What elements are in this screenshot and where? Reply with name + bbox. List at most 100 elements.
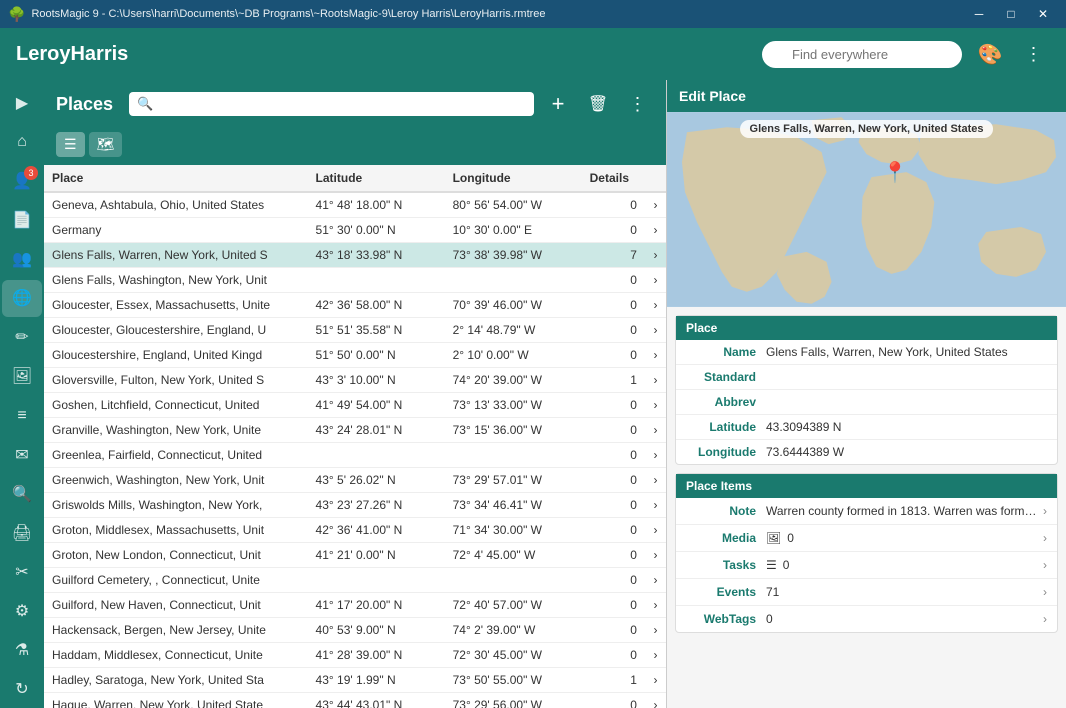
table-row[interactable]: Groton, Middlesex, Massachusetts, Unit42… — [44, 518, 666, 543]
cell-arrow: › — [645, 343, 666, 368]
cell-longitude: 73° 29' 56.00" W — [445, 693, 582, 708]
globe-icon: 🌐 — [12, 288, 32, 308]
sidebar-item-play[interactable]: ▶ — [2, 84, 42, 121]
list-view-button[interactable]: ☰ — [56, 132, 85, 157]
more-options-button[interactable]: ⋮ — [622, 88, 654, 120]
sidebar-item-dna[interactable]: ⚗ — [2, 632, 42, 669]
col-header-longitude[interactable]: Longitude — [445, 165, 582, 192]
gallery-icon: 🖼 — [12, 366, 32, 386]
places-tbody: Geneva, Ashtabula, Ohio, United States41… — [44, 192, 666, 708]
right-panel: Edit Place Glens Fal — [666, 80, 1066, 708]
table-row[interactable]: Gloucestershire, England, United Kingd51… — [44, 343, 666, 368]
item-row-note[interactable]: Note Warren county formed in 1813. Warre… — [676, 498, 1057, 525]
table-row[interactable]: Hackensack, Bergen, New Jersey, Unite40°… — [44, 618, 666, 643]
table-row[interactable]: Goshen, Litchfield, Connecticut, United4… — [44, 393, 666, 418]
table-row[interactable]: Glens Falls, Warren, New York, United S4… — [44, 243, 666, 268]
menu-button[interactable]: ⋮ — [1018, 38, 1050, 70]
item-row-tasks[interactable]: Tasks ☰ 0 › — [676, 552, 1057, 579]
sidebar-item-search[interactable]: 🔍 — [2, 475, 42, 512]
sidebar-item-list[interactable]: ≡ — [2, 397, 42, 434]
item-row-webtags[interactable]: WebTags 0 › — [676, 606, 1057, 632]
table-row[interactable]: Germany51° 30' 0.00" N10° 30' 0.00" E0› — [44, 218, 666, 243]
cell-details: 0 — [582, 568, 645, 593]
maximize-button[interactable]: □ — [996, 0, 1026, 28]
col-header-latitude[interactable]: Latitude — [308, 165, 445, 192]
sidebar-item-sync[interactable]: ↻ — [2, 671, 42, 708]
table-row[interactable]: Gloucester, Gloucestershire, England, U5… — [44, 318, 666, 343]
cell-details: 0 — [582, 543, 645, 568]
sidebar-item-document[interactable]: 📄 — [2, 201, 42, 238]
cell-arrow: › — [645, 593, 666, 618]
table-row[interactable]: Haddam, Middlesex, Connecticut, Unite41°… — [44, 643, 666, 668]
sidebar-item-gallery[interactable]: 🖼 — [2, 358, 42, 395]
cell-arrow: › — [645, 268, 666, 293]
close-button[interactable]: ✕ — [1028, 0, 1058, 28]
edit-place-title: Edit Place — [679, 88, 746, 104]
cell-longitude: 2° 10' 0.00" W — [445, 343, 582, 368]
col-header-details[interactable]: Details — [582, 165, 645, 192]
cell-longitude — [445, 443, 582, 468]
col-header-place[interactable]: Place — [44, 165, 308, 192]
cell-longitude: 74° 2' 39.00" W — [445, 618, 582, 643]
global-search-wrap: 🔍 — [762, 41, 962, 68]
table-row[interactable]: Guilford Cemetery, , Connecticut, Unite0… — [44, 568, 666, 593]
cell-latitude: 41° 48' 18.00" N — [308, 192, 445, 218]
note-chevron-icon: › — [1043, 504, 1047, 518]
table-row[interactable]: Greenwich, Washington, New York, Unit43°… — [44, 468, 666, 493]
table-row[interactable]: Hadley, Saratoga, New York, United Sta43… — [44, 668, 666, 693]
field-row-standard: Standard — [676, 365, 1057, 390]
sidebar-item-settings[interactable]: ⚙ — [2, 593, 42, 630]
avatar-button[interactable]: 🎨 — [974, 38, 1006, 70]
item-value-webtags: 0 — [766, 612, 1043, 626]
map-view-button[interactable]: 🗺 — [89, 132, 123, 157]
field-value-latitude: 43.3094389 N — [766, 420, 1047, 434]
item-row-media[interactable]: Media 🖼 0 › — [676, 525, 1057, 552]
item-value-note: Warren county formed in 1813. Warren was… — [766, 504, 1043, 518]
cell-place: Gloucestershire, England, United Kingd — [44, 343, 308, 368]
app-name: LeroyHarris — [16, 43, 128, 66]
sidebar-item-mail[interactable]: ✉ — [2, 436, 42, 473]
table-row[interactable]: Glens Falls, Washington, New York, Unit0… — [44, 268, 666, 293]
delete-place-button[interactable]: 🗑 — [582, 88, 614, 120]
cell-arrow: › — [645, 243, 666, 268]
table-row[interactable]: Gloversville, Fulton, New York, United S… — [44, 368, 666, 393]
table-row[interactable]: Guilford, New Haven, Connecticut, Unit41… — [44, 593, 666, 618]
item-label-events: Events — [686, 585, 766, 599]
cell-longitude: 10° 30' 0.00" E — [445, 218, 582, 243]
table-row[interactable]: Groton, New London, Connecticut, Unit41°… — [44, 543, 666, 568]
cell-place: Greenlea, Fairfield, Connecticut, United — [44, 443, 308, 468]
sidebar: ▶ ⌂ 👤 3 📄 👥 🌐 ✏ 🖼 ≡ ✉ 🔍 — [0, 80, 44, 708]
global-search-input[interactable] — [762, 41, 962, 68]
header-bar: LeroyHarris 🔍 🎨 ⋮ — [0, 28, 1066, 80]
cell-place: Guilford, New Haven, Connecticut, Unit — [44, 593, 308, 618]
item-row-events[interactable]: Events 71 › — [676, 579, 1057, 606]
minimize-button[interactable]: ─ — [964, 0, 994, 28]
table-row[interactable]: Gloucester, Essex, Massachusetts, Unite4… — [44, 293, 666, 318]
table-row[interactable]: Hague, Warren, New York, United State43°… — [44, 693, 666, 708]
sidebar-item-tools[interactable]: ✂ — [2, 554, 42, 591]
table-row[interactable]: Granville, Washington, New York, Unite43… — [44, 418, 666, 443]
cell-arrow: › — [645, 393, 666, 418]
add-place-button[interactable]: + — [542, 88, 574, 120]
sidebar-item-person-add[interactable]: 👥 — [2, 241, 42, 278]
sidebar-item-edit[interactable]: ✏ — [2, 319, 42, 356]
cell-latitude: 43° 5' 26.02" N — [308, 468, 445, 493]
map-area: Glens Falls, Warren, New York, United St… — [667, 112, 1066, 307]
table-row[interactable]: Griswolds Mills, Washington, New York,43… — [44, 493, 666, 518]
field-row-name: Name Glens Falls, Warren, New York, Unit… — [676, 340, 1057, 365]
table-row[interactable]: Greenlea, Fairfield, Connecticut, United… — [44, 443, 666, 468]
cell-arrow: › — [645, 468, 666, 493]
table-row[interactable]: Geneva, Ashtabula, Ohio, United States41… — [44, 192, 666, 218]
places-search-input[interactable] — [129, 92, 534, 116]
cell-place: Glens Falls, Washington, New York, Unit — [44, 268, 308, 293]
sidebar-item-print[interactable]: 🖨 — [2, 514, 42, 551]
cell-longitude: 72° 4' 45.00" W — [445, 543, 582, 568]
places-table-wrap[interactable]: Place Latitude Longitude Details Geneva,… — [44, 165, 666, 708]
sidebar-item-home[interactable]: ⌂ — [2, 123, 42, 160]
edit-icon: ✏ — [15, 327, 28, 347]
tasks-chevron-icon: › — [1043, 558, 1047, 572]
sidebar-item-globe[interactable]: 🌐 — [2, 280, 42, 317]
cell-longitude — [445, 568, 582, 593]
cell-latitude: 51° 30' 0.00" N — [308, 218, 445, 243]
sidebar-item-people[interactable]: 👤 3 — [2, 162, 42, 199]
